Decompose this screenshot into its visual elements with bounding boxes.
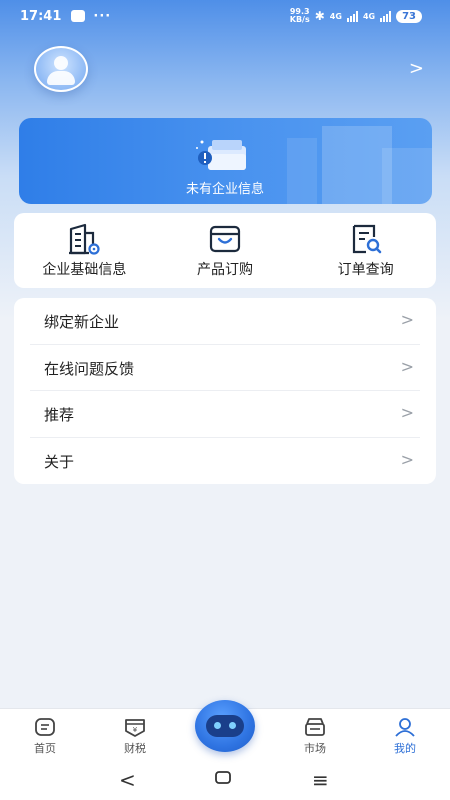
menu-item-feedback[interactable]: 在线问题反馈 > xyxy=(14,345,436,391)
quick-actions-card: 企业基础信息 产品订购 订单查询 xyxy=(14,213,436,288)
menu-item-recommend[interactable]: 推荐 > xyxy=(14,391,436,438)
avatar[interactable] xyxy=(34,46,88,92)
order-search-label: 订单查询 xyxy=(337,262,394,278)
robot-eye xyxy=(229,722,236,729)
network-type-1: 4G xyxy=(329,11,342,21)
menu-item-label: 绑定新企业 xyxy=(44,313,120,331)
network-speed: 99.3 KB/s xyxy=(290,8,310,24)
enterprise-info-label: 企业基础信息 xyxy=(42,262,127,278)
tab-home[interactable]: 首页 xyxy=(0,709,90,765)
chevron-right-icon: > xyxy=(400,356,414,376)
market-icon xyxy=(305,718,325,736)
recent-apps-icon[interactable]: ≡ xyxy=(312,768,329,792)
status-indicators: 99.3 KB/s ✱ 4G 4G 73 xyxy=(290,8,422,24)
home-button-icon[interactable] xyxy=(214,766,232,790)
tab-mine[interactable]: 我的 xyxy=(360,709,450,765)
signal-icon-1 xyxy=(346,10,358,22)
product-order-label: 产品订购 xyxy=(197,262,253,278)
more-notifications-indicator: ··· xyxy=(93,8,112,24)
signal-icon-2 xyxy=(380,10,392,22)
battery-indicator: 73 xyxy=(396,9,422,23)
robot-eye xyxy=(214,722,221,729)
tab-label: 首页 xyxy=(34,742,56,755)
empty-folder-icon xyxy=(196,140,246,170)
menu-item-label: 推荐 xyxy=(44,406,75,424)
product-order-action[interactable]: 产品订购 xyxy=(155,213,296,288)
network-type-2: 4G xyxy=(362,11,376,21)
tab-label: 市场 xyxy=(304,742,326,755)
chevron-right-icon[interactable]: > xyxy=(409,58,424,79)
menu-item-label: 关于 xyxy=(44,452,75,471)
order-search-action[interactable]: 订单查询 xyxy=(295,213,436,288)
chevron-right-icon: > xyxy=(400,449,414,469)
menu-item-about[interactable]: 关于 > xyxy=(14,438,436,485)
product-order-icon xyxy=(209,225,241,253)
home-icon xyxy=(35,718,55,736)
chevron-right-icon: > xyxy=(400,403,414,422)
svg-text:¥: ¥ xyxy=(133,726,138,734)
menu-item-label: 在线问题反馈 xyxy=(44,359,135,378)
robot-face xyxy=(206,715,244,737)
tab-tax[interactable]: ¥ 财税 xyxy=(90,709,180,765)
network-speed-unit: KB/s xyxy=(289,15,310,24)
tab-label: 我的 xyxy=(394,742,416,755)
menu-item-bind-enterprise[interactable]: 绑定新企业 > xyxy=(14,298,436,345)
tab-label: 财税 xyxy=(124,742,146,755)
back-icon[interactable]: < xyxy=(119,768,136,792)
enterprise-info-action[interactable]: 企业基础信息 xyxy=(14,213,155,288)
banner-text: 未有企业信息 xyxy=(185,182,264,197)
enterprise-info-icon xyxy=(69,223,100,255)
bluetooth-icon: ✱ xyxy=(314,9,325,23)
tab-market[interactable]: 市场 xyxy=(270,709,360,765)
system-navigation-bar: < ≡ xyxy=(0,764,450,800)
avatar-head xyxy=(54,56,68,70)
status-time: 17:41 xyxy=(20,8,62,24)
chevron-right-icon: > xyxy=(400,310,414,329)
avatar-body xyxy=(47,71,75,85)
robot-assistant-icon[interactable] xyxy=(195,700,255,752)
status-bar: 17:41 ··· 99.3 KB/s ✱ 4G 4G 73 xyxy=(0,0,450,32)
user-icon xyxy=(395,718,415,737)
notification-icon xyxy=(71,10,86,22)
order-search-icon xyxy=(352,224,381,254)
settings-menu: 绑定新企业 > 在线问题反馈 > 推荐 > 关于 > xyxy=(14,298,436,484)
tax-icon: ¥ xyxy=(125,719,145,737)
